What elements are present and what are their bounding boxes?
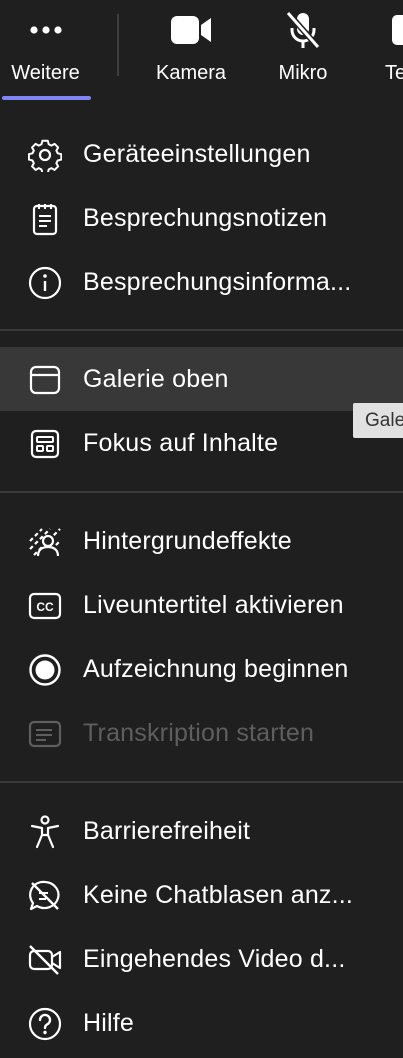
menu-item-gallery-top[interactable]: Galerie oben <box>0 347 403 411</box>
menu-item-label: Aufzeichnung beginnen <box>83 655 349 683</box>
menu-item-label: Geräteeinstellungen <box>83 140 311 168</box>
svg-text:CC: CC <box>36 600 54 614</box>
menu-item-help[interactable]: Hilfe <box>0 991 403 1055</box>
meeting-toolbar: Weitere Kamera Mikro Te <box>0 0 403 104</box>
mic-label: Mikro <box>278 62 328 84</box>
menu-divider <box>0 781 403 783</box>
notes-icon <box>26 202 64 236</box>
menu-divider <box>0 329 403 331</box>
closed-captions-icon: CC <box>26 589 64 623</box>
menu-item-incoming-video[interactable]: Eingehendes Video d... <box>0 927 403 991</box>
partial-icon <box>376 10 403 50</box>
toolbar-partial-button[interactable]: Te <box>380 0 403 100</box>
background-effects-icon <box>26 525 64 559</box>
menu-item-meeting-notes[interactable]: Besprechungsnotizen <box>0 186 403 250</box>
menu-item-no-chat-bubbles[interactable]: Keine Chatblasen anz... <box>0 863 403 927</box>
gallery-top-icon <box>26 363 64 397</box>
more-label: Weitere <box>11 62 80 84</box>
menu-item-label: Eingehendes Video d... <box>83 945 346 973</box>
more-icon <box>24 10 68 50</box>
menu-item-start-recording[interactable]: Aufzeichnung beginnen <box>0 637 403 701</box>
menu-item-label: Besprechungsinforma... <box>83 268 352 296</box>
accessibility-icon <box>26 815 64 849</box>
menu-item-live-captions[interactable]: CC Liveuntertitel aktivieren <box>0 573 403 637</box>
menu-item-focus-content[interactable]: Fokus auf Inhalte <box>0 411 403 475</box>
menu-item-meeting-info[interactable]: Besprechungsinforma... <box>0 250 403 314</box>
tooltip: Gale <box>353 403 403 438</box>
info-icon <box>26 266 64 300</box>
menu-item-label: Hintergrundeffekte <box>83 527 292 555</box>
video-off-icon <box>26 943 64 977</box>
menu-item-device-settings[interactable]: Geräteeinstellungen <box>0 122 403 186</box>
more-button[interactable]: Weitere <box>0 0 91 100</box>
record-icon <box>26 653 64 687</box>
mic-off-icon <box>281 10 325 50</box>
active-tab-indicator <box>2 96 91 100</box>
partial-label: Te <box>385 62 403 84</box>
camera-label: Kamera <box>155 62 227 84</box>
mic-button[interactable]: Mikro <box>264 0 342 100</box>
transcript-icon <box>26 717 64 751</box>
menu-item-label: Fokus auf Inhalte <box>83 429 279 457</box>
menu-item-background-effects[interactable]: Hintergrundeffekte <box>0 509 403 573</box>
menu-item-label: Hilfe <box>83 1009 135 1037</box>
toolbar-divider <box>117 14 119 76</box>
menu-item-label: Barrierefreiheit <box>83 817 251 845</box>
help-icon <box>26 1007 64 1041</box>
camera-button[interactable]: Kamera <box>146 0 236 100</box>
gear-icon <box>26 138 64 172</box>
menu-item-label: Transkription starten <box>83 719 315 747</box>
focus-content-icon <box>26 427 64 461</box>
menu-item-start-transcription: Transkription starten <box>0 701 403 765</box>
menu-item-label: Galerie oben <box>83 365 229 393</box>
menu-item-label: Keine Chatblasen anz... <box>83 881 354 909</box>
menu-item-label: Liveuntertitel aktivieren <box>83 591 344 619</box>
menu-item-accessibility[interactable]: Barrierefreiheit <box>0 799 403 863</box>
menu-divider <box>0 491 403 493</box>
camera-icon <box>169 10 213 50</box>
menu-item-label: Besprechungsnotizen <box>83 204 328 232</box>
chat-bubble-off-icon <box>26 879 64 913</box>
